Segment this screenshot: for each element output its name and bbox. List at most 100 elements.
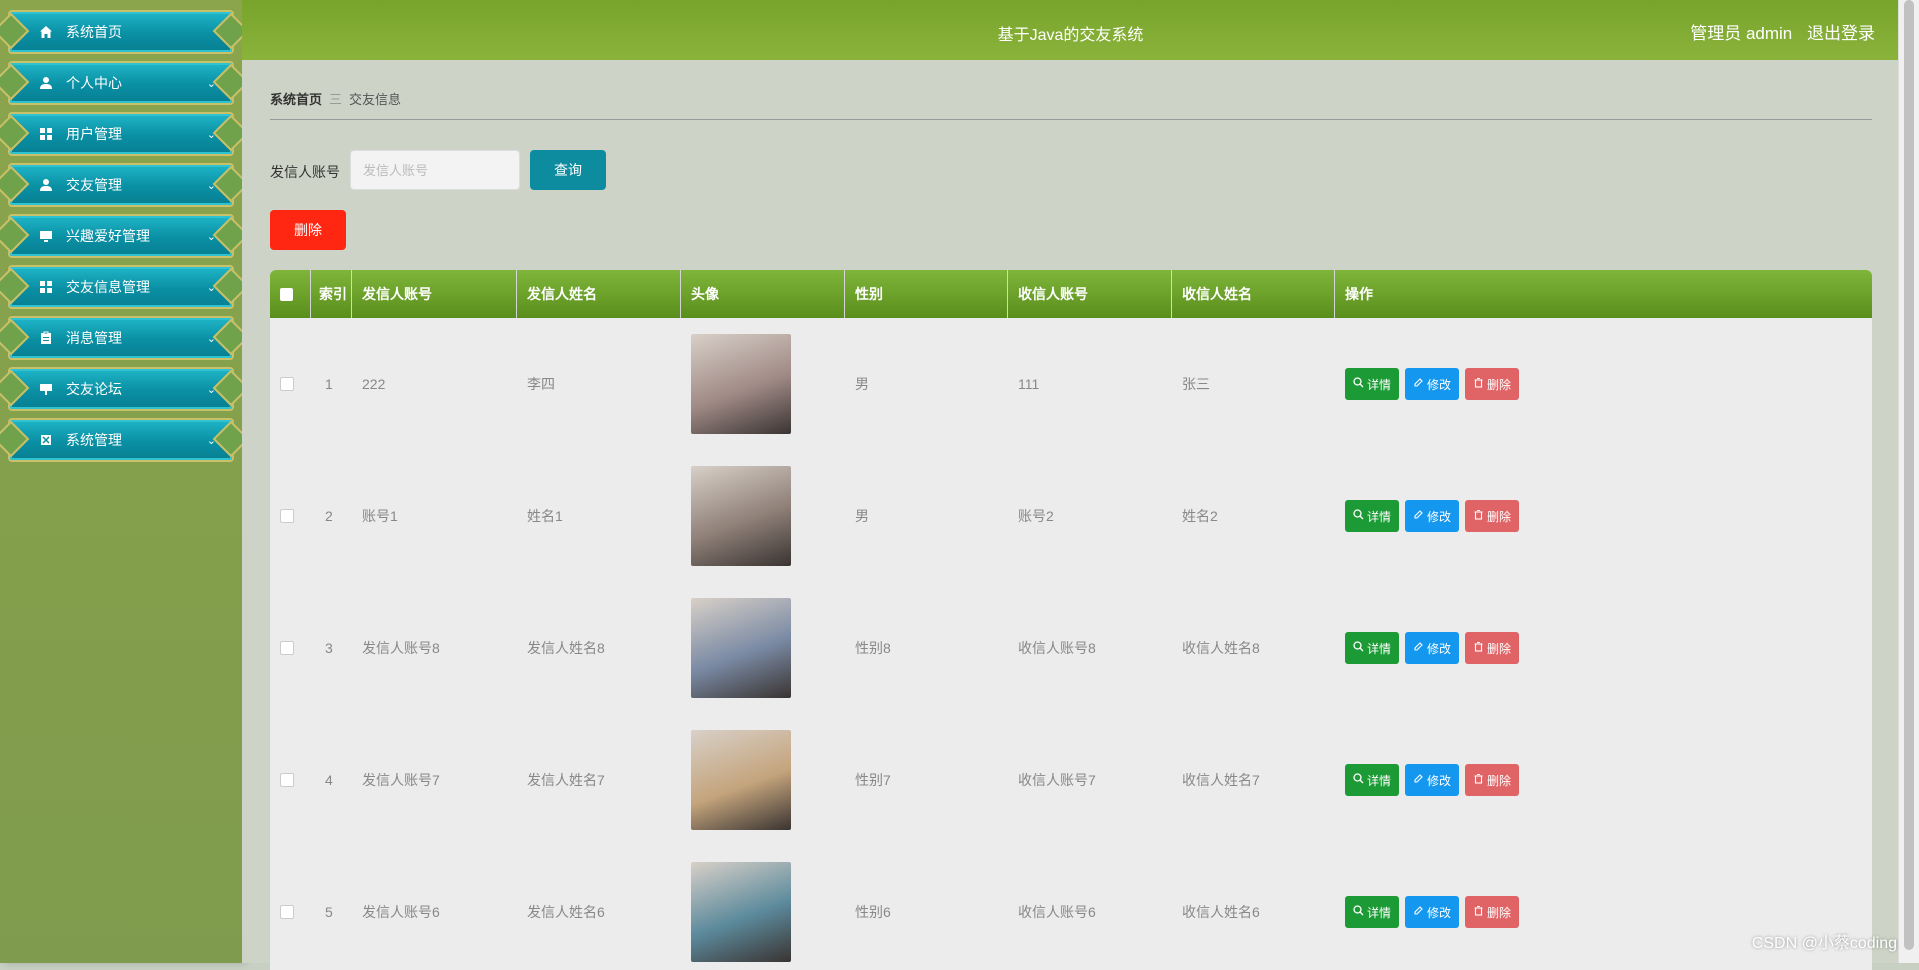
detail-button[interactable]: 详情 [1345,632,1400,664]
cell-gender: 性别8 [855,640,891,656]
table-cell [270,582,311,714]
delete-button[interactable]: 删除 [1465,764,1520,796]
sidebar-item-label: 用户管理 [66,126,122,142]
data-table: 索引 发信人账号 发信人姓名 头像 性别 收信人账号 收信人姓名 操作 1 222… [270,270,1872,970]
table-cell: 详情 修改 删除 [1335,714,1872,846]
table-cell: 李四 [517,318,681,450]
table-cell: 姓名2 [1172,450,1335,582]
delete-label: 删除 [1487,773,1512,788]
chevron-down-icon: ⌄ [206,332,216,345]
cell-index: 5 [325,904,333,920]
table-cell [270,846,311,970]
delete-button[interactable]: 删除 [1465,500,1520,532]
sidebar-item-label: 系统管理 [66,432,122,448]
breadcrumb-separator: 三 [329,92,343,107]
delete-button[interactable]: 删除 [1465,896,1520,928]
table-cell [681,450,845,582]
sidebar-item-8[interactable]: 交友论坛 ⌄ [8,367,234,411]
row-checkbox[interactable] [280,905,294,919]
sidebar-item-4[interactable]: 交友管理 ⌄ [8,163,234,207]
detail-button[interactable]: 详情 [1345,896,1400,928]
edit-button[interactable]: 修改 [1405,368,1460,400]
sidebar-item-label: 交友论坛 [66,381,122,397]
cell-receiver-account: 收信人账号8 [1018,640,1096,656]
sidebar-item-9[interactable]: 系统管理 ⌄ [8,418,234,462]
cell-receiver-name: 收信人姓名8 [1182,640,1260,656]
cell-sender-name: 李四 [527,376,555,392]
sidebar-item-6[interactable]: 交友信息管理 ⌄ [8,265,234,309]
monitor-icon [38,228,54,244]
cell-sender-name: 姓名1 [527,508,563,524]
cell-sender-account: 发信人账号7 [362,772,440,788]
table-row: 4 发信人账号7 发信人姓名7 性别7 收信人账号7 收信人姓名7 详情 修改 删除 [270,714,1872,846]
delete-button[interactable]: 删除 [1465,368,1520,400]
cell-gender: 男 [855,508,869,524]
delete-button[interactable]: 删除 [1465,632,1520,664]
table-cell: 发信人姓名6 [517,846,681,970]
edit-button[interactable]: 修改 [1405,896,1460,928]
table-cell: 发信人姓名8 [517,582,681,714]
table-cell: 详情 修改 删除 [1335,582,1872,714]
pencil-icon [1413,641,1427,655]
table-cell: 性别7 [845,714,1008,846]
search-icon [1353,641,1367,655]
edit-button[interactable]: 修改 [1405,764,1460,796]
table-body: 1 222 李四男 111 张三 详情 修改 删除 2 账号1 姓名1 男账号2 姓名2 详情 修改 删除 3 发… [270,318,1872,970]
table-cell: 发信人姓名7 [517,714,681,846]
edit-button[interactable]: 修改 [1405,632,1460,664]
logout-link[interactable]: 退出登录 [1807,24,1875,43]
search-icon [1353,905,1367,919]
header-user-area: 管理员 admin 退出登录 [1680,19,1875,44]
delete-label: 删除 [1487,905,1512,920]
select-all-checkbox[interactable] [280,287,293,301]
pencil-icon [1413,905,1427,919]
detail-button[interactable]: 详情 [1345,368,1400,400]
user-role: 管理员 admin [1690,24,1793,43]
detail-label: 详情 [1367,509,1392,524]
table-cell: 性别6 [845,846,1008,970]
search-icon [1353,377,1367,391]
avatar-image [691,598,791,698]
row-checkbox[interactable] [280,377,294,391]
sidebar-item-3[interactable]: 用户管理 ⌄ [8,112,234,156]
sidebar-item-label: 交友管理 [66,177,122,193]
query-button[interactable]: 查询 [530,150,606,190]
sidebar-item-2[interactable]: 个人中心 ⌄ [8,61,234,105]
edit-button[interactable]: 修改 [1405,500,1460,532]
detail-button[interactable]: 详情 [1345,764,1400,796]
app-title: 基于Java的交友系统 [997,27,1144,44]
table-cell: 男 [845,450,1008,582]
detail-label: 详情 [1367,905,1392,920]
sidebar-item-5[interactable]: 兴趣爱好管理 ⌄ [8,214,234,258]
watermark: CSDN @小蔡coding [1751,935,1897,952]
row-checkbox[interactable] [280,509,294,523]
chevron-down-icon: ⌄ [206,128,216,141]
batch-delete-button[interactable]: 删除 [270,210,346,250]
table-row: 3 发信人账号8 发信人姓名8 性别8 收信人账号8 收信人姓名8 详情 修改 删除 [270,582,1872,714]
header-actions: 操作 [1345,286,1373,302]
table-cell: 性别8 [845,582,1008,714]
cell-index: 4 [325,772,333,788]
sidebar-item-7[interactable]: 消息管理 ⌄ [8,316,234,360]
cell-index: 2 [325,508,333,524]
avatar-image [691,334,791,434]
sender-account-search-input[interactable] [350,150,520,190]
detail-button[interactable]: 详情 [1345,500,1400,532]
cell-sender-account: 发信人账号8 [362,640,440,656]
sidebar-item-1[interactable]: 系统首页 [8,10,234,54]
header-sender-name: 发信人姓名 [517,270,681,318]
row-checkbox[interactable] [280,641,294,655]
box-icon [38,432,54,448]
avatar-image [691,730,791,830]
table-cell: 账号2 [1008,450,1172,582]
row-checkbox[interactable] [280,773,294,787]
trash-icon [1473,905,1487,919]
vertical-scrollbar[interactable] [1898,0,1919,963]
breadcrumb-home[interactable]: 系统首页 [270,92,322,107]
scrollbar-thumb[interactable] [1904,0,1914,950]
table-header: 索引 发信人账号 发信人姓名 头像 性别 收信人账号 收信人姓名 操作 [270,270,1872,318]
table-cell: 发信人账号8 [352,582,517,714]
table-cell: 222 [352,318,517,450]
cell-receiver-name: 收信人姓名6 [1182,904,1260,920]
cell-sender-name: 发信人姓名8 [527,640,605,656]
